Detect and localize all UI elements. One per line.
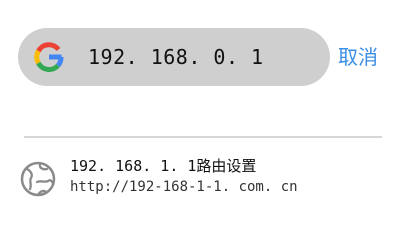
google-g-icon (32, 40, 66, 74)
suggestion-item[interactable]: 192. 168. 1. 1路由设置 http://192-168-1-1. c… (18, 155, 388, 203)
suggestion-url: http://192-168-1-1. com. cn (70, 179, 298, 195)
divider (24, 136, 382, 138)
search-input[interactable]: 192. 168. 0. 1 (88, 28, 264, 86)
cancel-button[interactable]: 取消 (338, 42, 378, 72)
search-bar[interactable]: 192. 168. 0. 1 (18, 28, 330, 86)
suggestion-title: 192. 168. 1. 1路由设置 (70, 157, 257, 175)
globe-icon (18, 159, 58, 199)
